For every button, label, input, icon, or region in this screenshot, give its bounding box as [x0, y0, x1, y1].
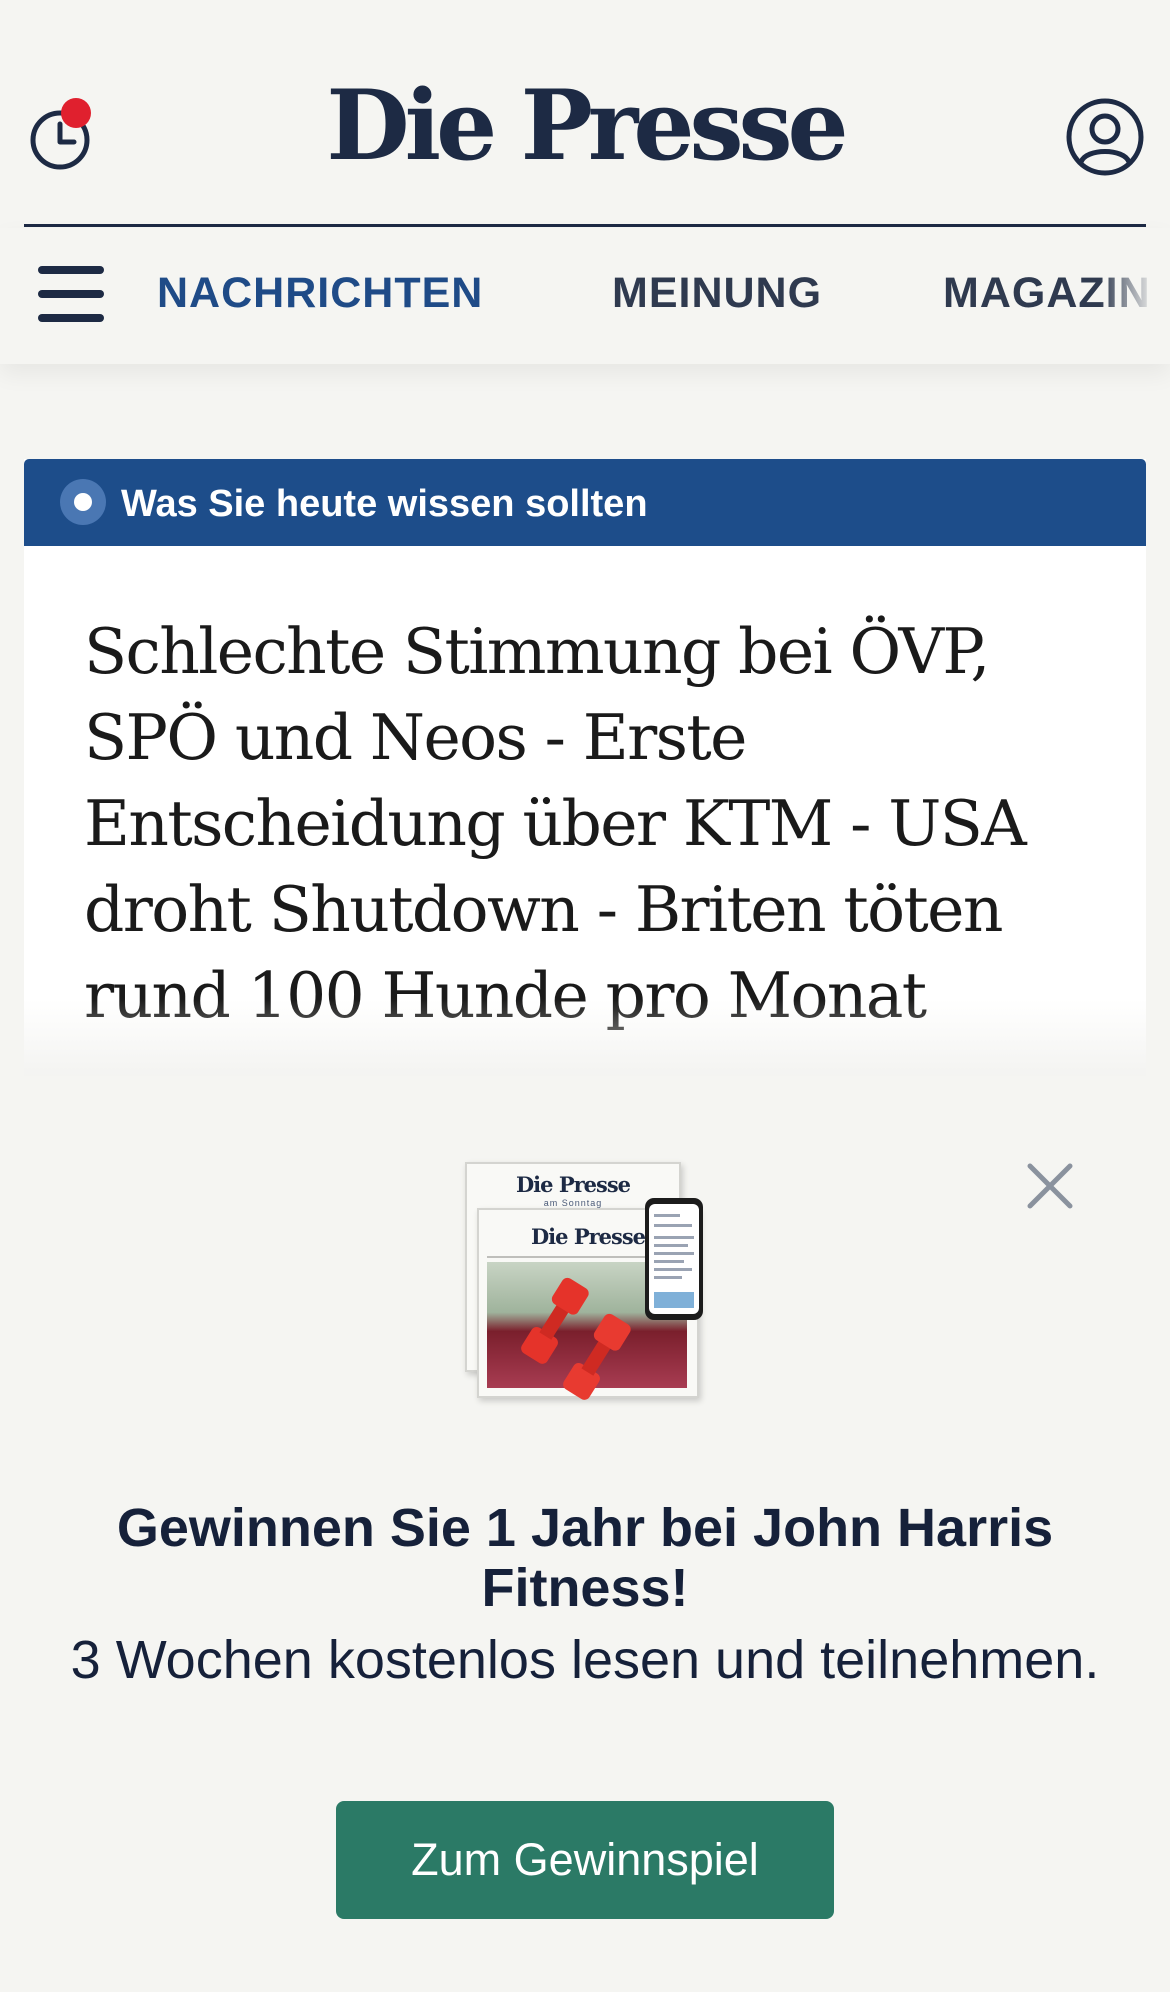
gewinnspiel-button[interactable]: Zum Gewinnspiel — [336, 1801, 834, 1919]
nav-item-nachrichten[interactable]: NACHRICHTEN — [157, 272, 483, 315]
banner-label: Was Sie heute wissen sollten — [121, 483, 648, 525]
nav-item-magazin[interactable]: MAGAZIN — [943, 272, 1151, 315]
site-header: Die Presse — [0, 0, 1170, 230]
main-nav: NACHRICHTEN MEINUNG MAGAZIN — [0, 228, 1170, 364]
live-dot-icon — [60, 479, 106, 525]
account-button[interactable] — [1064, 96, 1146, 178]
site-logo[interactable]: Die Presse — [0, 78, 1170, 174]
user-account-icon — [1066, 98, 1144, 176]
promo-overlay: Die Presse am Sonntag Die Presse Gewinne… — [0, 1076, 1170, 1992]
nav-item-meinung[interactable]: MEINUNG — [612, 272, 822, 315]
header-divider — [24, 224, 1146, 227]
hamburger-menu-icon[interactable] — [38, 266, 106, 322]
card-banner: Was Sie heute wissen sollten — [24, 459, 1146, 546]
article-headline[interactable]: Schlechte Stimmung bei ÖVP, SPÖ und Neos… — [84, 609, 1094, 1039]
paper-masthead: Die Presse — [515, 1172, 631, 1197]
article-card[interactable]: Was Sie heute wissen sollten Schlechte S… — [24, 459, 1146, 1099]
promo-title: Gewinnen Sie 1 Jahr bei John Harris Fitn… — [116, 1498, 1054, 1618]
close-button[interactable] — [1026, 1162, 1074, 1210]
dumbbell-icon — [521, 1277, 631, 1400]
promo-image: Die Presse am Sonntag Die Presse — [463, 1162, 713, 1410]
promo-subtitle: 3 Wochen kostenlos lesen und teilnehmen. — [70, 1630, 1100, 1690]
phone-icon — [645, 1198, 703, 1320]
close-icon — [1027, 1163, 1073, 1209]
